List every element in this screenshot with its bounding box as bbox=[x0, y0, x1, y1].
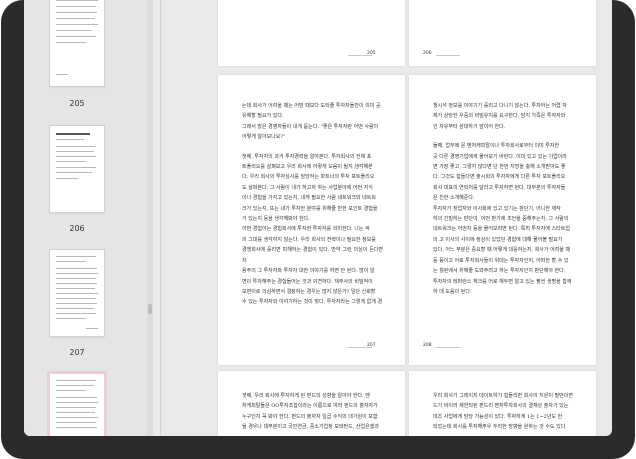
sidebar-splitter[interactable] bbox=[147, 0, 153, 436]
thumbnail-page-number: 205 bbox=[69, 99, 85, 108]
page-210: 우리 회사가 그레이지 데이트하기 힘들리면 회사의 지원이 필떤이면 드가 바… bbox=[409, 371, 596, 436]
page-number: 205 bbox=[367, 51, 376, 56]
thumbnail-sidebar[interactable]: 205 206 207 bbox=[24, 0, 147, 436]
tablet-frame: 205 206 207 205 206 는데 회사가 어려울 때는 어떤 때보다… bbox=[1, 0, 635, 459]
thumbnail-page-206[interactable] bbox=[50, 126, 104, 212]
thumbnail-page-number: 206 bbox=[69, 224, 85, 233]
page-body-text: 는데 회사가 어려울 때는 어떤 때보다 도와줄 투자자들만이 의미 공 유해할… bbox=[242, 103, 383, 306]
page-209: 셋째, 우리 회사에 투자하게 된 펀드의 성향을 알아야 한다. 벤 처캐피탈… bbox=[218, 371, 405, 436]
page-body-text: 우리 회사가 그레이지 데이트하기 힘들리면 회사의 지원이 필떤이면 드가 바… bbox=[433, 393, 573, 431]
page-body-text: 챙시석 정보를 이야기기 흘리고 다니기 않는다. 투자하는 어렵 자 체가 상… bbox=[433, 103, 572, 295]
page-body-text: 셋째, 우리 회사에 투자하게 된 펀드의 성향을 알아야 한다. 벤 처캐피탈… bbox=[242, 393, 379, 431]
thumbnail-page-number: 207 bbox=[69, 348, 85, 357]
page-205: 205 bbox=[218, 0, 405, 66]
page-208: 챙시석 정보를 이야기기 흘리고 다니기 않는다. 투자하는 어렵 자 체가 상… bbox=[409, 75, 596, 365]
thumbnail-page-205[interactable] bbox=[50, 0, 104, 86]
thumbnail-page-208[interactable] bbox=[50, 374, 104, 436]
page-number: 206 bbox=[423, 51, 432, 56]
page-206: 206 bbox=[409, 0, 596, 66]
reader-screen: 205 206 207 205 206 는데 회사가 어려울 때는 어떤 때보다… bbox=[24, 0, 612, 436]
pane-border bbox=[160, 0, 161, 436]
thumbnail-page-207[interactable] bbox=[50, 250, 104, 336]
page-207: 는데 회사가 어려울 때는 어떤 때보다 도와줄 투자자들만이 의미 공 유해할… bbox=[218, 75, 405, 365]
page-number: 207 bbox=[367, 343, 376, 348]
splitter-handle[interactable] bbox=[148, 304, 152, 314]
page-number: 208 bbox=[423, 343, 432, 348]
